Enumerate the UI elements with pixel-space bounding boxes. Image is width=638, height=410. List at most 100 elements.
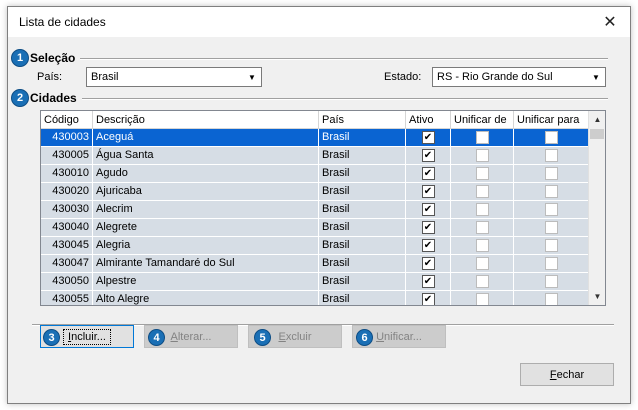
- table-row[interactable]: 430003 Aceguá Brasil ✔: [41, 129, 590, 147]
- cell-codigo: 430005: [41, 147, 93, 165]
- column-header-ativo[interactable]: Ativo: [406, 111, 451, 129]
- column-header-unificar-de[interactable]: Unificar de: [451, 111, 514, 129]
- checkmark-icon: ✔: [423, 221, 433, 233]
- table-row[interactable]: 430040 Alegrete Brasil ✔: [41, 219, 590, 237]
- ativo-checkbox[interactable]: ✔: [421, 293, 435, 305]
- fechar-label: echar: [556, 368, 585, 381]
- cell-ativo: ✔: [406, 183, 451, 201]
- unificar-para-checkbox[interactable]: [545, 149, 558, 162]
- scroll-up-icon[interactable]: ▲: [589, 111, 605, 128]
- ativo-checkbox[interactable]: ✔: [421, 239, 435, 252]
- unificar-de-checkbox[interactable]: [475, 167, 489, 180]
- cell-unificar-de: [451, 273, 514, 291]
- column-header-unificar-para[interactable]: Unificar para: [514, 111, 590, 129]
- checkmark-icon: ✔: [423, 293, 433, 305]
- cell-pais: Brasil: [319, 255, 406, 273]
- unificar-de-checkbox[interactable]: [475, 275, 489, 288]
- ativo-checkbox[interactable]: ✔: [421, 203, 435, 216]
- cell-pais: Brasil: [319, 183, 406, 201]
- scroll-down-icon[interactable]: ▼: [589, 288, 605, 305]
- column-header-descricao[interactable]: Descrição: [93, 111, 319, 129]
- table-row[interactable]: 430005 Água Santa Brasil ✔: [41, 147, 590, 165]
- fechar-button[interactable]: Fechar: [520, 363, 614, 386]
- cell-pais: Brasil: [319, 201, 406, 219]
- cell-ativo: ✔: [406, 273, 451, 291]
- column-header-codigo[interactable]: Código: [41, 111, 93, 129]
- cell-ativo: ✔: [406, 219, 451, 237]
- selecao-group-divider: [80, 58, 608, 60]
- unificar-de-checkbox[interactable]: [475, 131, 489, 144]
- table-row[interactable]: 430020 Ajuricaba Brasil ✔: [41, 183, 590, 201]
- cell-unificar-para: [514, 291, 590, 305]
- unificar-para-checkbox[interactable]: [545, 185, 558, 198]
- cell-codigo: 430040: [41, 219, 93, 237]
- unificar-para-checkbox[interactable]: [545, 275, 558, 288]
- cidades-group-divider: [82, 98, 608, 100]
- table-row[interactable]: 430055 Alto Alegre Brasil ✔: [41, 291, 590, 305]
- unificar-para-checkbox[interactable]: [545, 257, 558, 270]
- cell-unificar-para: [514, 237, 590, 255]
- unificar-para-checkbox[interactable]: [545, 167, 558, 180]
- cell-descricao: Alegria: [93, 237, 319, 255]
- ativo-checkbox[interactable]: ✔: [421, 185, 435, 198]
- close-icon: ✕: [603, 14, 617, 31]
- unificar-para-checkbox[interactable]: [545, 131, 558, 144]
- estado-select-value: RS - Rio Grande do Sul: [437, 71, 553, 83]
- unificar-de-checkbox[interactable]: [475, 293, 489, 305]
- cell-unificar-de: [451, 183, 514, 201]
- column-header-pais[interactable]: País: [319, 111, 406, 129]
- unificar-de-checkbox[interactable]: [475, 185, 489, 198]
- table-row[interactable]: 430050 Alpestre Brasil ✔: [41, 273, 590, 291]
- cell-codigo: 430003: [41, 129, 93, 147]
- checkmark-icon: ✔: [423, 257, 433, 269]
- scrollbar-thumb[interactable]: [590, 129, 604, 139]
- cell-ativo: ✔: [406, 255, 451, 273]
- ativo-checkbox[interactable]: ✔: [421, 221, 435, 234]
- cell-codigo: 430050: [41, 273, 93, 291]
- ativo-checkbox[interactable]: ✔: [421, 149, 435, 162]
- table-row[interactable]: 430045 Alegria Brasil ✔: [41, 237, 590, 255]
- unificar-de-checkbox[interactable]: [475, 203, 489, 216]
- close-button[interactable]: ✕: [590, 7, 630, 37]
- table-row[interactable]: 430030 Alecrim Brasil ✔: [41, 201, 590, 219]
- checkmark-icon: ✔: [423, 239, 433, 251]
- window-title: Lista de cidades: [19, 15, 106, 29]
- cidades-grid[interactable]: Código Descrição País Ativo Unificar de …: [40, 110, 606, 306]
- cell-unificar-de: [451, 291, 514, 305]
- table-row[interactable]: 430010 Agudo Brasil ✔: [41, 165, 590, 183]
- estado-label: Estado:: [384, 71, 422, 83]
- step-badge-4: 4: [148, 329, 165, 346]
- ativo-checkbox[interactable]: ✔: [421, 131, 435, 144]
- ativo-checkbox[interactable]: ✔: [421, 167, 435, 180]
- unificar-para-checkbox[interactable]: [545, 203, 558, 216]
- chevron-down-icon: ▼: [592, 72, 600, 82]
- ativo-checkbox[interactable]: ✔: [421, 257, 435, 270]
- cell-descricao: Alegrete: [93, 219, 319, 237]
- unificar-para-checkbox[interactable]: [545, 293, 558, 305]
- unificar-para-checkbox[interactable]: [545, 221, 558, 234]
- title-bar: Lista de cidades ✕: [8, 7, 630, 37]
- cell-ativo: ✔: [406, 165, 451, 183]
- unificar-para-checkbox[interactable]: [545, 239, 558, 252]
- cell-codigo: 430045: [41, 237, 93, 255]
- cell-descricao: Água Santa: [93, 147, 319, 165]
- unificar-de-checkbox[interactable]: [475, 149, 489, 162]
- unificar-de-checkbox[interactable]: [475, 221, 489, 234]
- unificar-de-checkbox[interactable]: [475, 257, 489, 270]
- ativo-checkbox[interactable]: ✔: [421, 275, 435, 288]
- grid-header: Código Descrição País Ativo Unificar de …: [41, 111, 590, 129]
- table-row[interactable]: 430047 Almirante Tamandaré do Sul Brasil ✔: [41, 255, 590, 273]
- cidades-group-label: Cidades: [30, 91, 77, 105]
- cell-pais: Brasil: [319, 273, 406, 291]
- cell-pais: Brasil: [319, 219, 406, 237]
- estado-select[interactable]: RS - Rio Grande do Sul ▼: [432, 67, 606, 87]
- cell-unificar-de: [451, 201, 514, 219]
- grid-body: 430003 Aceguá Brasil ✔ 430005 Água Santa Brasi…: [41, 129, 590, 305]
- cell-codigo: 430010: [41, 165, 93, 183]
- grid-vertical-scrollbar[interactable]: ▲ ▼: [588, 111, 605, 305]
- cell-descricao: Alto Alegre: [93, 291, 319, 305]
- dialog-window: Lista de cidades ✕ 1 Seleção País: Brasi…: [7, 6, 631, 404]
- pais-select[interactable]: Brasil ▼: [86, 67, 262, 87]
- cell-unificar-de: [451, 219, 514, 237]
- unificar-de-checkbox[interactable]: [475, 239, 489, 252]
